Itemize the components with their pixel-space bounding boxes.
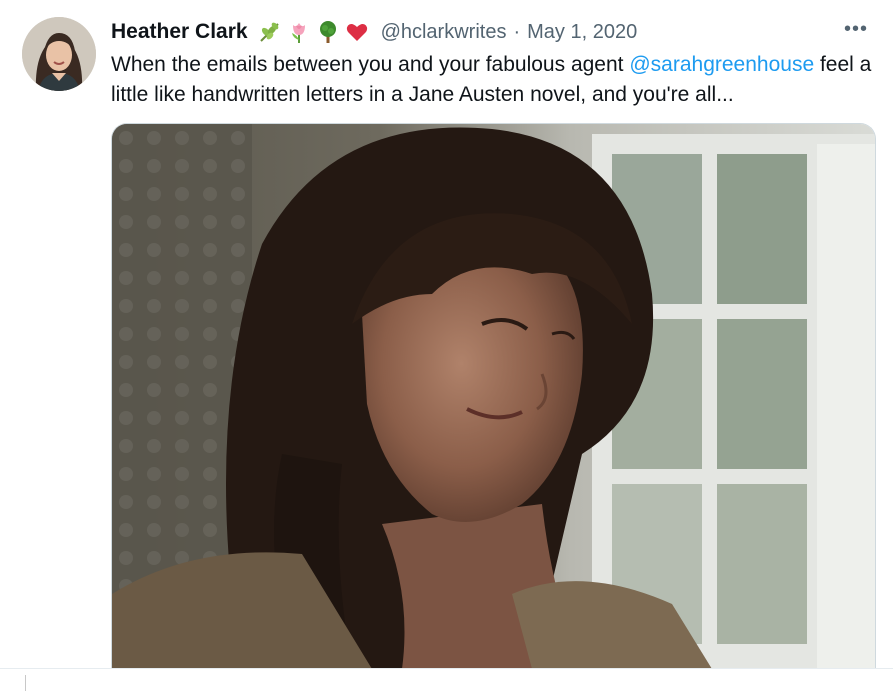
text-caret <box>25 675 26 691</box>
gif-frame-image <box>112 124 875 669</box>
avatar[interactable] <box>22 17 96 91</box>
tweet-date[interactable]: May 1, 2020 <box>527 21 637 44</box>
tweet-header: Heather Clark @hclarkwrites · May 1, 202… <box>111 16 863 48</box>
more-options-label: ••• <box>843 17 868 40</box>
tulip-icon <box>287 20 311 44</box>
mention-link[interactable]: @sarahgreenhouse <box>629 53 814 76</box>
tweet-media-gif[interactable] <box>111 123 876 669</box>
author-handle[interactable]: @hclarkwrites <box>381 21 507 44</box>
separator-dot: · <box>513 20 521 43</box>
heart-icon <box>345 20 369 44</box>
name-emojis <box>258 20 369 44</box>
divider <box>0 668 893 669</box>
tree-icon <box>316 20 340 44</box>
tweet[interactable]: Heather Clark @hclarkwrites · May 1, 202… <box>0 0 893 669</box>
more-options-icon[interactable]: ••• <box>841 14 871 44</box>
tweet-text-before: When the emails between you and your fab… <box>111 53 630 76</box>
herb-icon <box>258 20 282 44</box>
tweet-text: When the emails between you and your fab… <box>111 50 881 110</box>
author-name[interactable]: Heather Clark <box>111 20 248 44</box>
